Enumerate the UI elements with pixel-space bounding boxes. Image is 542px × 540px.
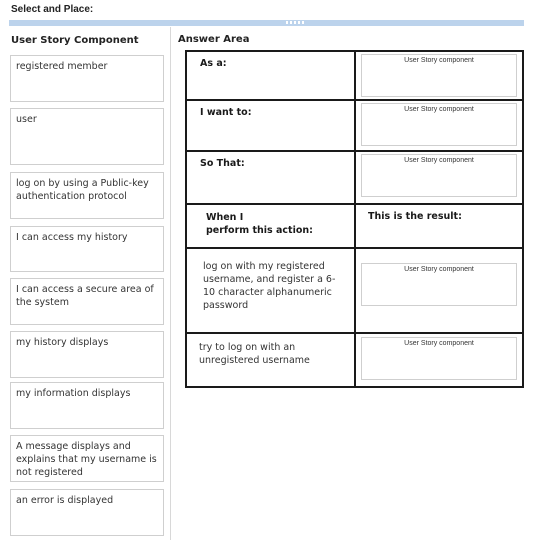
row-so-that: So That: User Story component bbox=[185, 150, 524, 205]
panel-divider bbox=[170, 27, 171, 540]
row-as-a: As a: User Story component bbox=[185, 50, 524, 101]
splitter-grip-icon[interactable] bbox=[286, 21, 306, 24]
tile-log-on-public-key[interactable]: log on by using a Public-key authenticat… bbox=[10, 172, 164, 219]
row-label: As a: bbox=[200, 58, 227, 69]
tile-history-displays[interactable]: my history displays bbox=[10, 331, 164, 378]
tile-information-displays[interactable]: my information displays bbox=[10, 382, 164, 429]
tile-registered-member[interactable]: registered member bbox=[10, 55, 164, 102]
scenario-header-row: When I perform this action: This is the … bbox=[185, 203, 524, 249]
tile-user[interactable]: user bbox=[10, 108, 164, 165]
source-panel-heading: User Story Component bbox=[11, 35, 139, 46]
answer-area-heading: Answer Area bbox=[178, 34, 250, 45]
scenario-action: log on with my registered username, and … bbox=[203, 261, 336, 311]
answer-table: As a: User Story component I want to: Us… bbox=[185, 50, 524, 388]
drop-slot-so-that[interactable]: User Story component bbox=[361, 154, 517, 197]
row-i-want-to: I want to: User Story component bbox=[185, 99, 524, 152]
row-label: I want to: bbox=[200, 107, 252, 118]
tile-message-not-registered[interactable]: A message displays and explains that my … bbox=[10, 435, 164, 482]
row-label: So That: bbox=[200, 158, 245, 169]
drop-slot-as-a[interactable]: User Story component bbox=[361, 54, 517, 97]
drop-slot-result-2[interactable]: User Story component bbox=[361, 337, 517, 380]
drop-slot-i-want-to[interactable]: User Story component bbox=[361, 103, 517, 146]
page-title: Select and Place: bbox=[11, 4, 94, 15]
action-column-header: When I perform this action: bbox=[206, 212, 313, 236]
tile-error-displayed[interactable]: an error is displayed bbox=[10, 489, 164, 536]
tile-access-secure-area[interactable]: I can access a secure area of the system bbox=[10, 278, 164, 325]
panel-splitter[interactable] bbox=[9, 20, 524, 26]
drop-slot-result-1[interactable]: User Story component bbox=[361, 263, 517, 306]
scenario-row: try to log on with an unregistered usern… bbox=[185, 332, 524, 388]
scenario-row: log on with my registered username, and … bbox=[185, 247, 524, 334]
tile-access-history[interactable]: I can access my history bbox=[10, 226, 164, 272]
result-column-header: This is the result: bbox=[368, 211, 462, 222]
scenario-action: try to log on with an unregistered usern… bbox=[199, 342, 310, 366]
